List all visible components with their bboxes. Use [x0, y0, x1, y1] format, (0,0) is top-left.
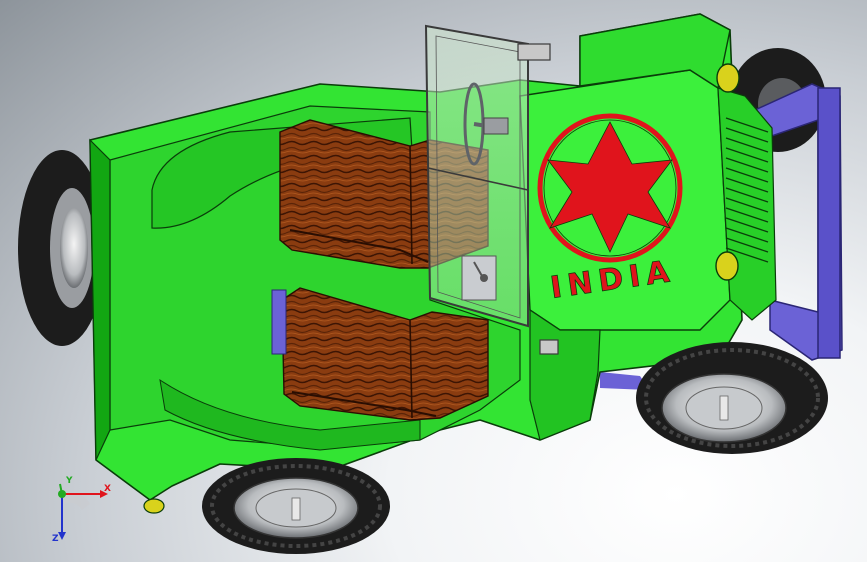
seat-bracket	[271, 289, 287, 355]
tail-lamp	[143, 498, 165, 514]
headlight-bottom	[715, 251, 739, 281]
jeep-3d-model[interactable]: INDIA	[0, 0, 867, 562]
orientation-triad[interactable]: X Y Z	[46, 476, 126, 550]
front-bottom-wheel	[636, 342, 828, 454]
triad-z-label: Z	[52, 534, 59, 544]
triad-x-label: X	[104, 484, 111, 494]
triad-y-label: Y	[66, 476, 73, 486]
gear-lever	[461, 255, 497, 301]
headlight-top	[716, 63, 740, 93]
rear-bottom-wheel	[202, 458, 390, 554]
cad-viewport[interactable]: INDIA X Y Z	[0, 0, 867, 562]
